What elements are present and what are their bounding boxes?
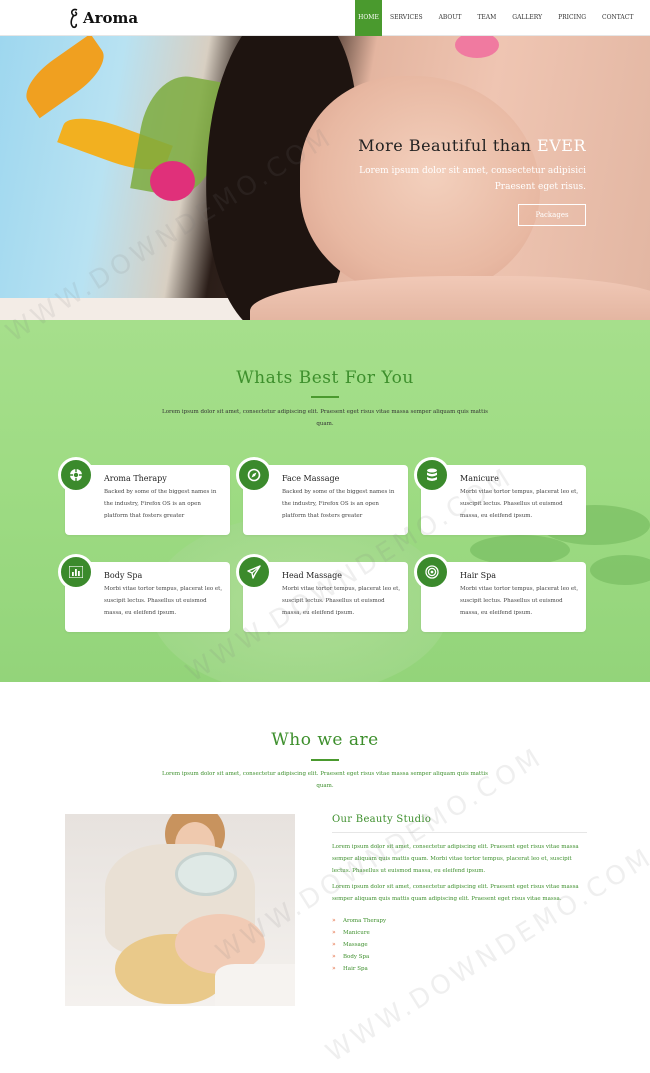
hero-subtitle-line: Praesent eget risus. xyxy=(494,182,586,192)
menu-item-team[interactable]: TEAM xyxy=(469,0,504,36)
service-card[interactable]: Body Spa Morbi vitae tortor tempus, plac… xyxy=(58,554,230,632)
service-card-title: Face Massage xyxy=(282,474,340,483)
who-title: Who we are xyxy=(271,730,379,750)
service-card-title: Aroma Therapy xyxy=(104,474,167,483)
who-heading-rule xyxy=(332,832,587,833)
list-item-label: Massage xyxy=(343,942,368,948)
service-card-text: Morbi vitae tortor tempus, placerat leo … xyxy=(460,586,579,616)
services-bg-stone xyxy=(590,555,650,585)
hero-title-accent: EVER xyxy=(537,136,586,155)
logo-mark-icon xyxy=(70,8,78,29)
hero-subtitle-line: Lorem ipsum dolor sit amet, consectetur … xyxy=(359,166,586,176)
top-nav: Aroma HOME SERVICES ABOUT TEAM GALLERY P… xyxy=(0,0,650,36)
target-icon xyxy=(414,554,450,590)
service-card[interactable]: Head Massage Morbi vitae tortor tempus, … xyxy=(236,554,408,632)
service-card-text: Morbi vitae tortor tempus, placerat leo … xyxy=(104,586,223,616)
double-chevron-right-icon: » xyxy=(332,965,336,972)
list-item-label: Aroma Therapy xyxy=(343,918,387,924)
who-we-are-section: Who we are Lorem ipsum dolor sit amet, c… xyxy=(0,682,650,1073)
list-item[interactable]: » Manicure xyxy=(332,927,587,939)
who-title-rule xyxy=(311,759,339,761)
who-paragraph: Lorem ipsum dolor sit amet, consectetur … xyxy=(332,884,579,902)
list-item[interactable]: » Massage xyxy=(332,939,587,951)
service-card[interactable]: Face Massage Backed by some of the bigge… xyxy=(236,457,408,535)
who-paragraph: Lorem ipsum dolor sit amet, consectetur … xyxy=(332,844,579,874)
photo-towel xyxy=(215,964,295,1006)
menu-item-pricing[interactable]: PRICING xyxy=(550,0,594,36)
service-card[interactable]: Aroma Therapy Backed by some of the bigg… xyxy=(58,457,230,535)
photo-magnifier-lamp xyxy=(175,852,237,896)
service-card[interactable]: Manicure Morbi vitae tortor tempus, plac… xyxy=(414,457,586,535)
services-bg-stone xyxy=(470,535,570,565)
services-title: Whats Best For You xyxy=(236,368,414,388)
hero-flower-decor xyxy=(150,161,195,201)
menu-item-home[interactable]: HOME xyxy=(355,0,382,36)
who-heading: Our Beauty Studio xyxy=(332,814,432,825)
who-list: » Aroma Therapy » Manicure » Massage » Body … xyxy=(332,915,587,975)
who-content: Our Beauty Studio Lorem ipsum dolor sit … xyxy=(332,814,587,975)
service-card[interactable]: Hair Spa Morbi vitae tortor tempus, plac… xyxy=(414,554,586,632)
menu-item-about[interactable]: ABOUT xyxy=(431,0,470,36)
globe-icon xyxy=(58,457,94,493)
menu-item-contact[interactable]: CONTACT xyxy=(594,0,641,36)
hero-title: More Beautiful than EVER xyxy=(358,136,586,155)
services-section: Whats Best For You Lorem ipsum dolor sit… xyxy=(0,320,650,682)
hero-banner: More Beautiful than EVER Lorem ipsum dol… xyxy=(0,36,650,320)
menu-item-gallery[interactable]: GALLERY xyxy=(504,0,550,36)
double-chevron-right-icon: » xyxy=(332,929,336,936)
list-item-label: Hair Spa xyxy=(343,966,368,972)
list-item[interactable]: » Aroma Therapy xyxy=(332,915,587,927)
double-chevron-right-icon: » xyxy=(332,953,336,960)
service-card-title: Hair Spa xyxy=(460,571,497,580)
list-item-label: Body Spa xyxy=(343,954,370,960)
service-card-title: Manicure xyxy=(460,474,499,483)
hero-leaf-decor xyxy=(16,36,114,119)
logo[interactable]: Aroma xyxy=(68,6,138,30)
logo-text: Aroma xyxy=(83,9,139,27)
service-card-text: Morbi vitae tortor tempus, placerat leo … xyxy=(460,489,579,519)
beauty-studio-photo xyxy=(65,814,295,1006)
services-desc: Lorem ipsum dolor sit amet, consectetur … xyxy=(162,409,488,427)
bar-chart-icon xyxy=(58,554,94,590)
hero-subtitle: Lorem ipsum dolor sit amet, consectetur … xyxy=(358,163,586,195)
main-menu: HOME SERVICES ABOUT TEAM GALLERY PRICING… xyxy=(355,0,641,36)
service-card-text: Backed by some of the biggest names in t… xyxy=(104,489,217,519)
paper-plane-icon xyxy=(236,554,272,590)
service-card-title: Body Spa xyxy=(104,571,143,580)
double-chevron-right-icon: » xyxy=(332,917,336,924)
service-card-title: Head Massage xyxy=(282,571,342,580)
double-chevron-right-icon: » xyxy=(332,941,336,948)
who-desc: Lorem ipsum dolor sit amet, consectetur … xyxy=(162,771,488,789)
packages-button[interactable]: Packages xyxy=(518,204,586,226)
hero-title-main: More Beautiful than xyxy=(358,136,538,155)
list-item-label: Manicure xyxy=(343,930,370,936)
services-title-rule xyxy=(311,396,339,398)
hero-hair-flower xyxy=(455,36,499,58)
hero-text-block: More Beautiful than EVER Lorem ipsum dol… xyxy=(358,136,586,226)
database-icon xyxy=(414,457,450,493)
list-item[interactable]: » Body Spa xyxy=(332,951,587,963)
compass-icon xyxy=(236,457,272,493)
service-card-text: Backed by some of the biggest names in t… xyxy=(282,489,395,519)
menu-item-services[interactable]: SERVICES xyxy=(382,0,431,36)
hero-towel xyxy=(0,298,260,320)
service-card-text: Morbi vitae tortor tempus, placerat leo … xyxy=(282,586,401,616)
list-item[interactable]: » Hair Spa xyxy=(332,963,587,975)
